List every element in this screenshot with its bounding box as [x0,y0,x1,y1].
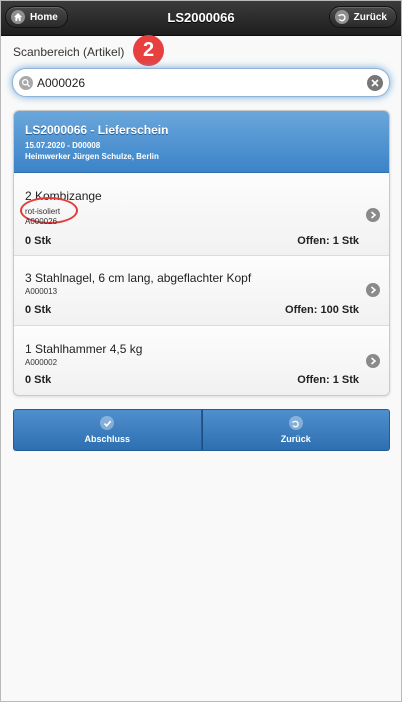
delivery-list: LS2000066 - Lieferschein 15.07.2020 - D0… [13,110,390,396]
footer-back-button[interactable]: Zurück [201,409,390,451]
delivery-header: LS2000066 - Lieferschein 15.07.2020 - D0… [14,111,389,173]
undo-icon [334,10,349,24]
check-icon [100,416,115,430]
item-variant: rot-isoliert [25,207,61,216]
item-article-number: A000013 [25,287,58,296]
item-open-quantity: Offen: 1 Stk [297,235,359,247]
home-icon [11,10,25,24]
item-quantity: 0 Stk [25,235,52,247]
footer-toolbar: Abschluss Zurück [13,409,390,451]
header-bar: LS2000066 Home Zurück [1,1,401,36]
clear-icon[interactable] [367,75,383,91]
item-open-quantity: Offen: 100 Stk [285,304,359,316]
search-icon [19,76,33,90]
app-frame: LS2000066 Home Zurück Scanbereich (Artik… [0,0,402,702]
list-item[interactable]: 2 Kombizange rot-isoliert A000026 0 Stk … [14,173,389,256]
item-quantity: 0 Stk [25,304,52,316]
item-article-number: A000002 [25,358,58,367]
scan-search-box [12,68,390,97]
chevron-right-icon [366,354,380,368]
item-title: 1 Stahlhammer 4,5 kg [25,342,143,356]
chevron-right-icon [366,208,380,222]
delivery-date: 15.07.2020 - D00008 [25,141,101,150]
list-item[interactable]: 3 Stahlnagel, 6 cm lang, abgeflachter Ko… [14,256,389,326]
list-item[interactable]: 1 Stahlhammer 4,5 kg A000002 0 Stk Offen… [14,326,389,395]
item-quantity: 0 Stk [25,374,52,386]
back-button-label: Zurück [353,11,387,23]
step-marker: 2 [133,35,164,66]
scan-input[interactable] [37,73,357,93]
scan-area-label: Scanbereich (Artikel) [13,45,125,59]
undo-icon [288,416,303,430]
chevron-right-icon [366,283,380,297]
item-article-number: A000026 [25,217,58,226]
item-title: 3 Stahlnagel, 6 cm lang, abgeflachter Ko… [25,271,252,285]
finish-button-label: Abschluss [84,434,130,444]
home-button[interactable]: Home [5,6,68,28]
back-button[interactable]: Zurück [328,6,397,28]
delivery-title: LS2000066 - Lieferschein [25,123,169,137]
item-open-quantity: Offen: 1 Stk [297,374,359,386]
finish-button[interactable]: Abschluss [13,409,202,451]
home-button-label: Home [30,11,58,23]
footer-back-button-label: Zurück [280,434,311,444]
delivery-customer: Heimwerker Jürgen Schulze, Berlin [25,152,159,161]
